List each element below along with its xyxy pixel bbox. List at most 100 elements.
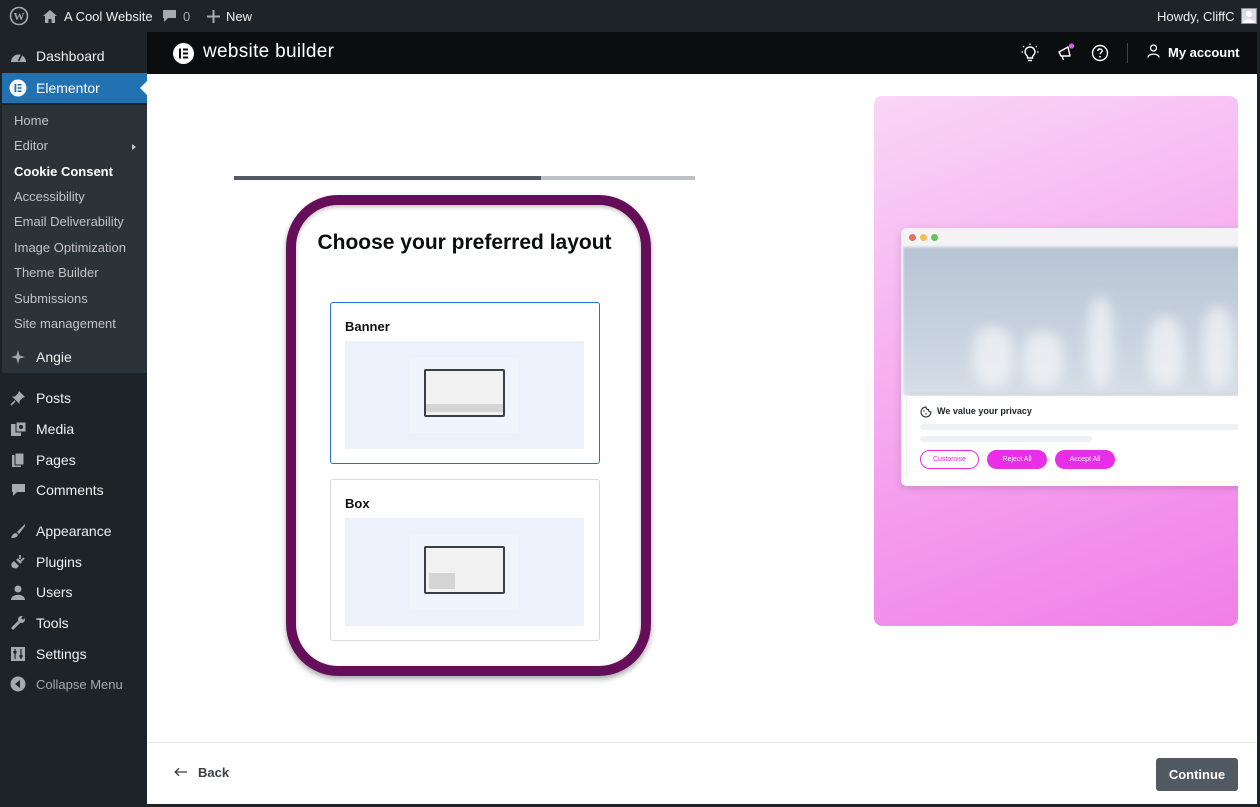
customise-button: Customise <box>920 450 979 469</box>
collapse-arrow-icon <box>0 676 36 692</box>
help-icon[interactable] <box>1090 43 1110 63</box>
menu-tools-label: Tools <box>36 615 69 631</box>
box-popup <box>429 573 455 589</box>
builder-title: website builder <box>203 41 335 62</box>
menu-pages[interactable]: Pages <box>0 445 147 475</box>
new-label: New <box>226 8 253 24</box>
menu-appearance[interactable]: Appearance <box>0 516 147 546</box>
menu-plugins[interactable]: Plugins <box>0 547 147 577</box>
menu-settings[interactable]: Settings <box>0 639 147 669</box>
accept-all-button: Accept All <box>1055 450 1115 469</box>
submenu-editor[interactable]: Editor <box>14 138 48 153</box>
collapse-menu-button[interactable]: Collapse Menu <box>0 669 147 699</box>
menu-users[interactable]: Users <box>0 577 147 607</box>
avatar <box>1240 8 1257 24</box>
svg-text:W: W <box>14 11 25 23</box>
menu-pages-label: Pages <box>36 452 76 468</box>
account-user-icon <box>1147 44 1160 61</box>
submenu-site-management[interactable]: Site management <box>14 316 116 331</box>
menu-tools[interactable]: Tools <box>0 608 147 638</box>
close-dot-icon <box>909 234 916 241</box>
lightbulb-icon[interactable] <box>1020 43 1040 63</box>
collapse-menu-label: Collapse Menu <box>36 676 123 692</box>
cookie-consent-banner: We value your privacy Customise Reject A… <box>907 396 1238 481</box>
back-label: Back <box>198 765 230 780</box>
preview-blurred-image <box>903 247 1238 395</box>
comment-bubble-icon <box>162 9 177 23</box>
wrench-icon <box>0 615 36 631</box>
menu-posts-label: Posts <box>36 390 72 406</box>
menu-media[interactable]: Media <box>0 414 147 444</box>
layout-option-banner[interactable]: Banner <box>330 302 600 464</box>
submenu-email-deliverability[interactable]: Email Deliverability <box>14 214 124 229</box>
menu-elementor[interactable]: Elementor <box>0 73 147 103</box>
submenu-cookie-consent[interactable]: Cookie Consent <box>14 164 113 179</box>
preview-browser-bar <box>901 228 1238 247</box>
site-name: A Cool Website <box>64 8 153 24</box>
consent-text-placeholder <box>920 424 1238 430</box>
media-icon <box>0 421 36 437</box>
my-account-button[interactable]: My account <box>1147 44 1240 61</box>
banner-preview-frame <box>409 357 519 433</box>
submenu-theme-builder[interactable]: Theme Builder <box>14 265 99 280</box>
menu-dashboard[interactable]: Dashboard <box>0 41 147 71</box>
continue-button[interactable]: Continue <box>1156 758 1238 791</box>
new-content-link[interactable]: New <box>207 0 252 32</box>
home-icon <box>42 9 58 24</box>
sparkle-icon <box>0 349 36 365</box>
submenu-image-optimization[interactable]: Image Optimization <box>14 240 126 255</box>
menu-comments[interactable]: Comments <box>0 475 147 505</box>
box-preview <box>345 518 584 626</box>
elementor-logo-icon <box>173 43 194 64</box>
layout-option-box-label: Box <box>345 496 370 511</box>
menu-users-label: Users <box>36 584 73 600</box>
announcements-megaphone-icon[interactable] <box>1056 43 1076 63</box>
builder-header: website builder My account <box>147 32 1257 74</box>
box-layout-illustration <box>424 546 505 594</box>
submenu-accessibility[interactable]: Accessibility <box>14 189 85 204</box>
menu-settings-label: Settings <box>36 646 87 662</box>
banner-preview <box>345 341 584 449</box>
elementor-submenu: Home Editor Cookie Consent Accessibility… <box>0 105 147 373</box>
submenu-submissions[interactable]: Submissions <box>14 291 88 306</box>
menu-angie[interactable]: Angie <box>0 342 147 372</box>
menu-elementor-label: Elementor <box>36 80 100 96</box>
menu-plugins-label: Plugins <box>36 554 82 570</box>
step-heading: Choose your preferred layout <box>317 231 612 254</box>
pushpin-icon <box>0 390 36 406</box>
pages-icon <box>0 452 36 468</box>
wizard-progress-bar <box>234 176 695 180</box>
my-account-menu[interactable]: Howdy, CliffC <box>1157 0 1257 32</box>
layout-option-box[interactable]: Box <box>330 479 600 641</box>
comments-icon <box>0 483 36 497</box>
elementor-icon <box>0 79 36 97</box>
wizard-main: Choose your preferred layout Banner Box <box>147 74 1257 804</box>
box-preview-frame <box>409 534 519 610</box>
minimize-dot-icon <box>920 234 927 241</box>
layout-option-banner-label: Banner <box>345 319 390 334</box>
back-button[interactable]: Back <box>174 765 229 780</box>
consent-title: We value your privacy <box>937 406 1032 416</box>
site-name-link[interactable]: A Cool Website <box>42 0 153 32</box>
menu-appearance-label: Appearance <box>36 523 112 539</box>
cookie-icon <box>920 405 932 423</box>
paintbrush-icon <box>0 523 36 539</box>
comments-link[interactable]: 0 <box>162 0 190 32</box>
submenu-home[interactable]: Home <box>14 113 49 128</box>
arrow-left-icon <box>174 765 188 780</box>
banner-layout-illustration <box>424 369 505 417</box>
reject-all-button: Reject All <box>987 450 1047 469</box>
user-icon <box>0 585 36 600</box>
wizard-progress-fill <box>234 176 542 180</box>
my-account-label: My account <box>1168 45 1240 60</box>
wordpress-logo-icon[interactable]: W <box>9 0 29 32</box>
menu-comments-label: Comments <box>36 482 104 498</box>
comments-count: 0 <box>183 8 191 24</box>
menu-dashboard-label: Dashboard <box>36 48 105 64</box>
banner-strip <box>426 404 503 412</box>
menu-angie-label: Angie <box>36 349 72 365</box>
notification-dot <box>1068 43 1075 49</box>
menu-posts[interactable]: Posts <box>0 383 147 413</box>
howdy-text: Howdy, CliffC <box>1157 8 1235 24</box>
cookie-banner-preview-panel: We value your privacy Customise Reject A… <box>874 96 1238 626</box>
